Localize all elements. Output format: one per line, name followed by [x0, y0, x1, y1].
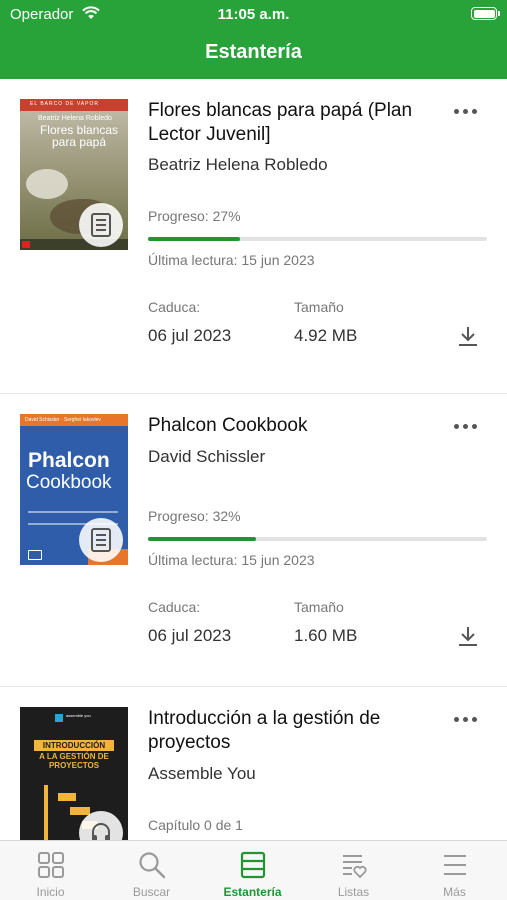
cover-authors: David Schissler · Serghei Iakovlev: [20, 414, 128, 426]
progress-bar-fill: [148, 237, 240, 241]
tab-label: Listas: [337, 885, 370, 899]
battery-icon: [471, 7, 500, 20]
more-options-button[interactable]: [450, 416, 482, 436]
document-icon: [91, 528, 111, 552]
size-label: Tamaño: [294, 599, 344, 615]
tab-label: Estantería: [223, 885, 282, 899]
ellipsis-icon: [454, 109, 459, 114]
chapter-progress-label: Capítulo 0 de 1: [148, 817, 243, 833]
cover-author: Beatriz Helena Robledo: [38, 115, 112, 122]
grid-icon: [38, 852, 64, 878]
book-author: Assemble You: [148, 764, 256, 783]
cover-publisher: assemble you: [66, 713, 91, 718]
tab-label: Inicio: [36, 885, 65, 899]
cover-title: Flores blancas para papá: [39, 123, 119, 149]
progress-bar: [148, 537, 487, 541]
expires-label: Caduca:: [148, 599, 201, 615]
book-author: Beatriz Helena Robledo: [148, 155, 328, 174]
ellipsis-icon: [463, 424, 468, 429]
headphones-icon: [92, 823, 110, 840]
book-item[interactable]: assemble you INTRODUCCIÓN A LA GESTIÓN D…: [0, 687, 507, 840]
progress-bar: [148, 237, 487, 241]
cover-title: Phalcon: [28, 449, 110, 472]
book-title[interactable]: Introducción a la gestión de proyectos: [148, 707, 443, 755]
tab-mas[interactable]: Más: [404, 841, 505, 900]
tab-bar: Inicio Buscar Estantería Listas Más: [0, 840, 507, 900]
book-author: David Schissler: [148, 447, 266, 466]
tab-label: Más: [443, 885, 466, 899]
tab-inicio[interactable]: Inicio: [0, 841, 101, 900]
shelf-icon: [240, 851, 266, 879]
ellipsis-icon: [472, 424, 477, 429]
size-value: 1.60 MB: [294, 626, 358, 645]
ellipsis-icon: [463, 109, 468, 114]
cover-subtitle: A LA GESTIÓN DE PROYECTOS: [39, 752, 109, 770]
status-time: 11:05 a.m.: [217, 6, 290, 23]
list-heart-icon: [343, 855, 367, 879]
cover-series: EL BARCO DE VAPOR: [30, 101, 99, 107]
cover-art: [44, 785, 48, 840]
format-badge: [79, 203, 123, 247]
expires-value: 06 jul 2023: [148, 626, 232, 645]
more-options-button[interactable]: [450, 101, 482, 121]
last-read-date: Última lectura: 15 jun 2023: [148, 252, 315, 268]
search-icon: [139, 852, 166, 879]
document-icon: [91, 213, 111, 237]
cover-art: [26, 169, 68, 199]
cover-art: [58, 793, 76, 801]
status-bar: Operador 11:05 a.m.: [0, 0, 507, 28]
expires-value: 06 jul 2023: [148, 326, 232, 345]
page-title: Estantería: [205, 41, 302, 63]
tab-buscar[interactable]: Buscar: [101, 841, 202, 900]
book-title[interactable]: Phalcon Cookbook: [148, 414, 443, 438]
progress-label: Progreso: 27%: [148, 208, 241, 224]
tab-estanteria[interactable]: Estantería: [202, 841, 303, 900]
progress-bar-fill: [148, 537, 257, 541]
tab-listas[interactable]: Listas: [303, 841, 404, 900]
publisher-logo: [28, 550, 42, 560]
publisher-logo: [22, 241, 30, 248]
download-icon[interactable]: [456, 624, 480, 648]
size-label: Tamaño: [294, 299, 344, 315]
ellipsis-icon: [463, 717, 468, 722]
ellipsis-icon: [472, 109, 477, 114]
book-item[interactable]: David Schissler · Serghei Iakovlev Phalc…: [0, 394, 507, 687]
last-read-date: Última lectura: 15 jun 2023: [148, 552, 315, 568]
more-options-button[interactable]: [450, 709, 482, 729]
ellipsis-icon: [454, 717, 459, 722]
ellipsis-icon: [454, 424, 459, 429]
cover-art: [70, 807, 90, 815]
tab-label: Buscar: [132, 885, 171, 899]
format-badge: [79, 518, 123, 562]
download-icon[interactable]: [456, 324, 480, 348]
bookshelf-list[interactable]: EL BARCO DE VAPOR Beatriz Helena Robledo…: [0, 79, 507, 840]
progress-label: Progreso: 32%: [148, 508, 241, 524]
menu-icon: [444, 855, 466, 875]
size-value: 4.92 MB: [294, 326, 358, 345]
nav-bar: Estantería: [0, 28, 507, 79]
ellipsis-icon: [472, 717, 477, 722]
expires-label: Caduca:: [148, 299, 201, 315]
book-item[interactable]: EL BARCO DE VAPOR Beatriz Helena Robledo…: [0, 79, 507, 394]
cover-subtitle: Cookbook: [26, 472, 112, 493]
book-title[interactable]: Flores blancas para papá (Plan Lector Ju…: [148, 99, 443, 147]
cover-title: INTRODUCCIÓN: [34, 740, 114, 751]
